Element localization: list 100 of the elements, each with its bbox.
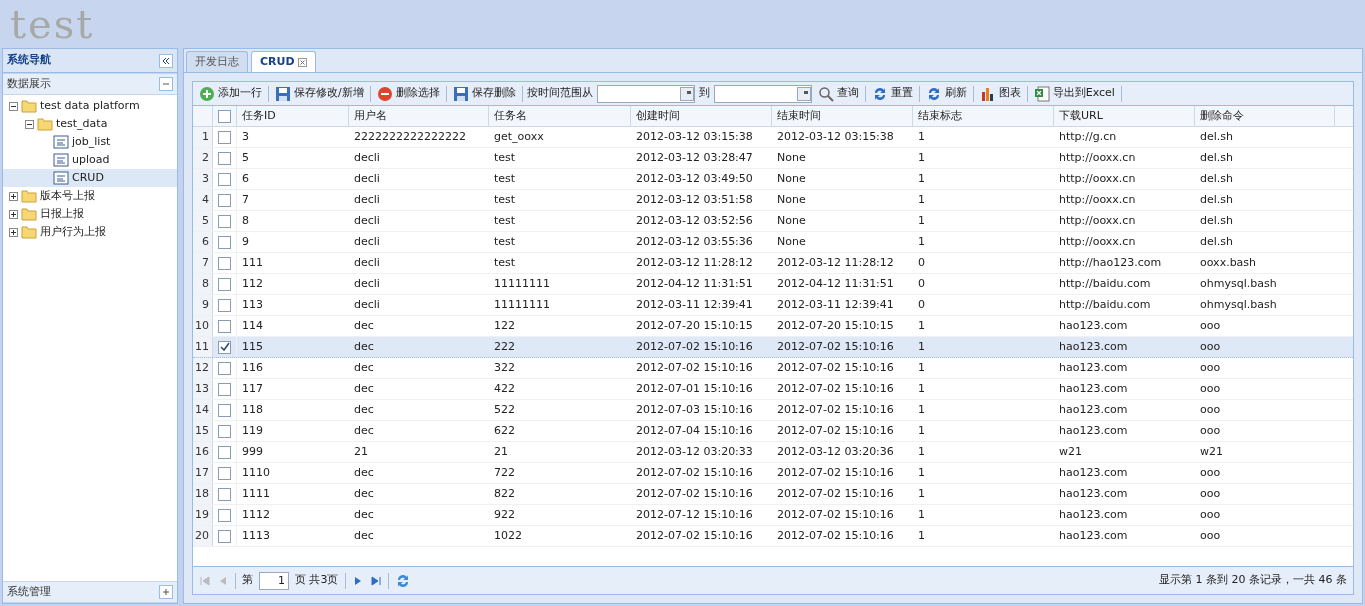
table-cell-text: del.sh: [1199, 149, 1234, 166]
toolbar-button[interactable]: 刷新: [923, 83, 969, 104]
last-page-icon[interactable]: [369, 574, 382, 587]
date-field[interactable]: [596, 84, 695, 103]
table-row[interactable]: 14 118 dec 522 2012-07-03 15:10:16 2012-07-02 15:10:16 1 hao123.com ooo: [193, 400, 1353, 421]
close-icon[interactable]: [297, 57, 307, 67]
tree-item[interactable]: 版本号上报: [3, 187, 177, 205]
first-page-icon[interactable]: [199, 574, 211, 587]
row-checkbox[interactable]: [218, 298, 231, 312]
column-header[interactable]: 下载URL: [1054, 106, 1195, 126]
collapse-icon[interactable]: [25, 119, 34, 129]
table-row[interactable]: 5 8 decli test 2012-03-12 03:52:56 None 1 http://ooxx.cn del.sh: [193, 211, 1353, 232]
plus-icon[interactable]: [159, 585, 173, 599]
tree-item[interactable]: test data platform: [3, 97, 177, 115]
table-row[interactable]: 4 7 decli test 2012-03-12 03:51:58 None 1 http://ooxx.cn del.sh: [193, 190, 1353, 211]
toolbar-button[interactable]: 查询: [815, 83, 861, 104]
table-row[interactable]: 19 1112 dec 922 2012-07-12 15:10:16 2012-07-02 15:10:16 1 hao123.com ooo: [193, 505, 1353, 526]
collapse-button[interactable]: [159, 53, 173, 68]
row-checkbox[interactable]: [218, 361, 231, 375]
tab[interactable]: 开发日志: [186, 51, 248, 72]
table-cell-text: ooo: [1199, 380, 1222, 397]
row-number: 7: [193, 253, 213, 273]
tree-item[interactable]: test_data: [3, 115, 177, 133]
table-cell-text: http://hao123.com: [1058, 254, 1163, 271]
calendar-icon[interactable]: [796, 86, 811, 101]
row-checkbox[interactable]: [218, 130, 231, 144]
plus-icon: [199, 85, 215, 102]
row-checkbox[interactable]: [218, 403, 231, 417]
minus-icon[interactable]: [159, 77, 173, 91]
row-checkbox[interactable]: [218, 424, 231, 438]
row-checkbox[interactable]: [218, 508, 231, 522]
table-row[interactable]: 11 115 dec 222 2012-07-02 15:10:16 2012-07-02 15:10:16 1 hao123.com ooo: [193, 337, 1353, 358]
table-row[interactable]: 12 116 dec 322 2012-07-02 15:10:16 2012-07-02 15:10:16 1 hao123.com ooo: [193, 358, 1353, 379]
toolbar-button[interactable]: 重置: [869, 83, 915, 104]
row-checkbox[interactable]: [218, 172, 231, 186]
accordion-header[interactable]: 系统管理: [3, 581, 177, 603]
table-cell-text: None: [776, 170, 807, 187]
app-title: test: [10, 4, 95, 44]
table-row[interactable]: 20 1113 dec 1022 2012-07-02 15:10:16 2012-07-02 15:10:16 1 hao123.com ooo: [193, 526, 1353, 547]
table-row[interactable]: 15 119 dec 622 2012-07-04 15:10:16 2012-07-02 15:10:16 1 hao123.com ooo: [193, 421, 1353, 442]
toolbar-button[interactable]: 保存修改/新增: [273, 83, 366, 104]
table-row[interactable]: 9 113 decli 11111111 2012-03-11 12:39:41 2012-03-11 12:39:41 0 http://baidu.com ohmysql.bash: [193, 295, 1353, 316]
expand-icon[interactable]: [9, 209, 18, 219]
table-cell-text: 2012-07-02 15:10:16: [776, 338, 895, 355]
column-header[interactable]: 结束标志: [913, 106, 1054, 126]
column-header[interactable]: 任务名: [489, 106, 631, 126]
select-all-checkbox[interactable]: [218, 109, 231, 123]
tab[interactable]: CRUD: [251, 51, 316, 72]
row-checkbox[interactable]: [218, 235, 231, 249]
tree-item[interactable]: job_list: [3, 133, 177, 151]
row-checkbox[interactable]: [218, 340, 231, 354]
row-checkbox[interactable]: [218, 151, 231, 165]
table-row[interactable]: 13 117 dec 422 2012-07-01 15:10:16 2012-07-02 15:10:16 1 hao123.com ooo: [193, 379, 1353, 400]
table-cell-text: 2012-07-02 15:10:16: [635, 527, 754, 544]
page-field[interactable]: 1: [259, 571, 289, 590]
expand-icon[interactable]: [9, 227, 18, 237]
table-row[interactable]: 8 112 decli 11111111 2012-04-12 11:31:51 2012-04-12 11:31:51 0 http://baidu.com ohmysql.bash: [193, 274, 1353, 295]
row-checkbox[interactable]: [218, 382, 231, 396]
row-checkbox[interactable]: [218, 256, 231, 270]
expand-icon[interactable]: [9, 191, 18, 201]
table-cell-text: 1: [917, 464, 926, 481]
calendar-icon[interactable]: [679, 86, 694, 101]
date-field[interactable]: [713, 84, 812, 103]
tree-item[interactable]: 用户行为上报: [3, 223, 177, 241]
toolbar-button[interactable]: 保存删除: [450, 83, 518, 104]
collapse-icon[interactable]: [9, 101, 18, 111]
toolbar-button[interactable]: 图表: [977, 83, 1023, 104]
row-checkbox[interactable]: [218, 466, 231, 480]
table-row[interactable]: 17 1110 dec 722 2012-07-02 15:10:16 2012-07-02 15:10:16 1 hao123.com ooo: [193, 463, 1353, 484]
row-checkbox[interactable]: [218, 214, 231, 228]
table-cell-text: 2012-04-12 11:31:51: [776, 275, 895, 292]
table-row[interactable]: 6 9 decli test 2012-03-12 03:55:36 None 1 http://ooxx.cn del.sh: [193, 232, 1353, 253]
row-checkbox[interactable]: [218, 277, 231, 291]
column-header[interactable]: 结束时间: [772, 106, 913, 126]
column-header[interactable]: 删除命令: [1195, 106, 1335, 126]
tree-item[interactable]: CRUD: [3, 169, 177, 187]
row-checkbox[interactable]: [218, 529, 231, 543]
column-header[interactable]: 任务ID: [237, 106, 349, 126]
row-checkbox[interactable]: [218, 193, 231, 207]
table-row[interactable]: 7 111 decli test 2012-03-12 11:28:12 2012-03-12 11:28:12 0 http://hao123.com ooxx.bash: [193, 253, 1353, 274]
table-row[interactable]: 3 6 decli test 2012-03-12 03:49:50 None 1 http://ooxx.cn del.sh: [193, 169, 1353, 190]
row-checkbox[interactable]: [218, 319, 231, 333]
accordion-header[interactable]: 数据展示: [3, 73, 177, 95]
toolbar-button[interactable]: 删除选择: [374, 83, 442, 104]
table-row[interactable]: 16 999 21 21 2012-03-12 03:20:33 2012-03-12 03:20:36 1 w21 w21: [193, 442, 1353, 463]
table-cell-text: 822: [493, 485, 516, 502]
row-checkbox[interactable]: [218, 445, 231, 459]
table-row[interactable]: 1 3 2222222222222222 get_ooxx 2012-03-12 03:15:38 2012-03-12 03:15:38 1 http://g.cn del.sh: [193, 127, 1353, 148]
column-header[interactable]: 用户名: [349, 106, 489, 126]
toolbar-button[interactable]: 导出到Excel: [1031, 83, 1117, 104]
table-row[interactable]: 2 5 decli test 2012-03-12 03:28:47 None 1 http://ooxx.cn del.sh: [193, 148, 1353, 169]
tree-item[interactable]: upload: [3, 151, 177, 169]
column-header[interactable]: 创建时间: [631, 106, 772, 126]
table-cell-text: http://ooxx.cn: [1058, 212, 1137, 229]
table-cell-text: ooo: [1199, 317, 1222, 334]
toolbar-button[interactable]: 添加一行: [197, 83, 264, 104]
tree-item[interactable]: 日报上报: [3, 205, 177, 223]
table-row[interactable]: 18 1111 dec 822 2012-07-02 15:10:16 2012-07-02 15:10:16 1 hao123.com ooo: [193, 484, 1353, 505]
table-cell-text: 922: [493, 506, 516, 523]
row-checkbox[interactable]: [218, 487, 231, 501]
